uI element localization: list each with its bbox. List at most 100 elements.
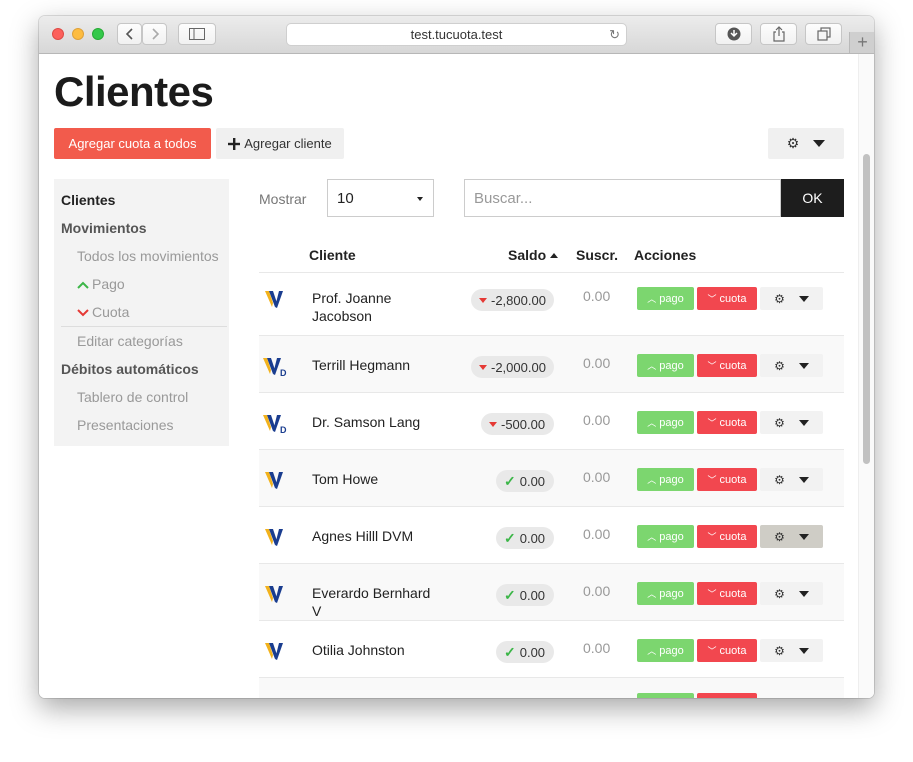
pay-button[interactable]: ︿ pago [637,582,694,605]
gear-icon: ⚙ [774,358,785,373]
sidebar-item-movimientos[interactable]: Movimientos [61,220,147,236]
chevron-right-icon [151,28,159,40]
chevron-down-icon: ﹀ [707,475,717,485]
caret-down-icon [798,362,809,369]
search-button[interactable]: OK [781,179,844,217]
pay-button[interactable] [637,693,694,698]
add-fee-to-all-button[interactable]: Agregar cuota a todos [54,128,211,159]
v-logo-icon [265,529,283,546]
gear-icon: ⚙ [774,415,785,430]
zoom-window-button[interactable] [92,28,104,40]
row-settings-button[interactable]: ⚙ [760,354,823,377]
fee-button[interactable]: ﹀ cuota [697,582,757,605]
table-row[interactable]: D Terrill Hegmann -2,000.00 0.00 ︿ pago ﹀ cuota… [259,335,844,393]
chevron-down-icon [77,309,89,317]
row-settings-button[interactable]: ⚙ [760,411,823,434]
row-settings-button[interactable]: ⚙ [760,582,823,605]
scrollbar-thumb[interactable] [863,154,870,464]
column-header-suscr[interactable]: Suscr. [576,247,618,263]
row-settings-button[interactable]: ⚙ [760,468,823,491]
sidebar-toggle-button[interactable] [178,23,216,45]
negative-balance-icon [489,421,497,427]
new-tab-button[interactable]: + [849,32,874,53]
client-name[interactable]: Otilia Johnston [312,641,432,659]
check-icon: ✓ [504,472,516,489]
pay-button[interactable]: ︿ pago [637,468,694,491]
client-name[interactable]: Agnes Hilll DVM [312,527,432,545]
table-row[interactable]: Everardo Bernhard V ✓ 0.00 0.00 ︿ pago ﹀ cuota ⚙ [259,563,844,621]
row-settings-button[interactable]: ⚙ [760,525,823,548]
sidebar-item-dashboard[interactable]: Tablero de control [77,389,188,405]
subscriptions-value: 0.00 [583,526,611,542]
sidebar-item-pago[interactable]: Pago [77,276,125,292]
vd-logo-icon: D [263,358,287,378]
fee-button[interactable]: ﹀ cuota [697,525,757,548]
sidebar-item-presentations[interactable]: Presentaciones [77,417,174,433]
sidebar: Clientes Movimientos Todos los movimient… [54,179,229,446]
pay-button-label: pago [659,416,684,429]
row-settings-button[interactable]: ⚙ [760,639,823,662]
fee-button[interactable] [697,693,757,698]
fee-button[interactable]: ﹀ cuota [697,411,757,434]
gear-icon: ⚙ [774,643,785,658]
browser-titlebar: test.tucuota.test ↻ + [39,16,874,54]
balance-badge: -2,000.00 [471,356,554,378]
client-name[interactable]: Dr. Samson Lang [312,413,432,431]
table-row[interactable]: Agnes Hilll DVM ✓ 0.00 0.00 ︿ pago ﹀ cuota ⚙ [259,506,844,564]
column-header-cliente[interactable]: Cliente [309,247,356,263]
plus-icon [228,137,241,150]
sidebar-item-all-movements[interactable]: Todos los movimientos [77,248,219,264]
forward-button[interactable] [142,23,167,45]
subscriptions-value: 0.00 [583,355,611,371]
pay-button[interactable]: ︿ pago [637,525,694,548]
page-content: Clientes Agregar cuota a todos Agregar c… [39,54,874,698]
negative-balance-icon [479,297,487,303]
table-row[interactable]: Prof. Joanne Jacobson -2,800.00 0.00 ︿ pago ﹀… [259,272,844,336]
pay-button[interactable]: ︿ pago [637,354,694,377]
column-header-saldo[interactable]: Saldo [508,247,559,263]
fee-button[interactable]: ﹀ cuota [697,468,757,491]
downloads-button[interactable] [715,23,752,45]
balance-value: 0.00 [519,473,546,489]
sidebar-item-automatic-debits[interactable]: Débitos automáticos [61,361,199,377]
table-row[interactable]: Otilia Johnston ✓ 0.00 0.00 ︿ pago ﹀ cuota ⚙ [259,620,844,678]
fee-button[interactable]: ﹀ cuota [697,354,757,377]
balance-badge: ✓ 0.00 [496,527,554,549]
reload-icon[interactable]: ↻ [609,27,620,43]
sidebar-item-edit-categories[interactable]: Editar categorías [77,333,183,349]
table-row[interactable]: D Dr. Samson Lang -500.00 0.00 ︿ pago ﹀ cuota ⚙ [259,392,844,450]
page-size-value: 10 [337,189,354,207]
address-bar[interactable]: test.tucuota.test ↻ [286,23,627,46]
client-name[interactable]: Tom Howe [312,470,432,488]
add-client-label: Agregar cliente [244,136,332,151]
row-settings-button[interactable]: ⚙ [760,287,823,310]
settings-dropdown-button[interactable]: ⚙ [768,128,844,159]
table-row[interactable]: Tom Howe ✓ 0.00 0.00 ︿ pago ﹀ cuota ⚙ [259,449,844,507]
search-input[interactable]: Buscar... [464,179,781,217]
caret-down-icon [798,533,809,540]
table-row-partial[interactable] [259,677,844,698]
pay-button[interactable]: ︿ pago [637,411,694,434]
close-window-button[interactable] [52,28,64,40]
share-button[interactable] [760,23,797,45]
pay-button-label: pago [659,292,684,305]
pay-button[interactable]: ︿ pago [637,287,694,310]
sidebar-item-cuota[interactable]: Cuota [77,304,129,320]
fee-button[interactable]: ﹀ cuota [697,639,757,662]
sort-ascending-icon [550,253,559,258]
balance-badge: ✓ 0.00 [496,641,554,663]
client-name[interactable]: Prof. Joanne Jacobson [312,289,432,325]
sidebar-item-clientes[interactable]: Clientes [61,192,115,208]
page-scrollbar[interactable] [858,54,874,698]
client-name[interactable]: Everardo Bernhard V [312,584,432,620]
fee-button[interactable]: ﹀ cuota [697,287,757,310]
tabs-overview-button[interactable] [805,23,842,45]
add-client-button[interactable]: Agregar cliente [216,128,344,159]
page-size-select[interactable]: 10 [327,179,434,217]
minimize-window-button[interactable] [72,28,84,40]
back-button[interactable] [117,23,142,45]
chevron-up-icon [77,281,89,289]
pay-button[interactable]: ︿ pago [637,639,694,662]
client-name[interactable]: Terrill Hegmann [312,356,432,374]
caret-down-icon [417,197,423,201]
